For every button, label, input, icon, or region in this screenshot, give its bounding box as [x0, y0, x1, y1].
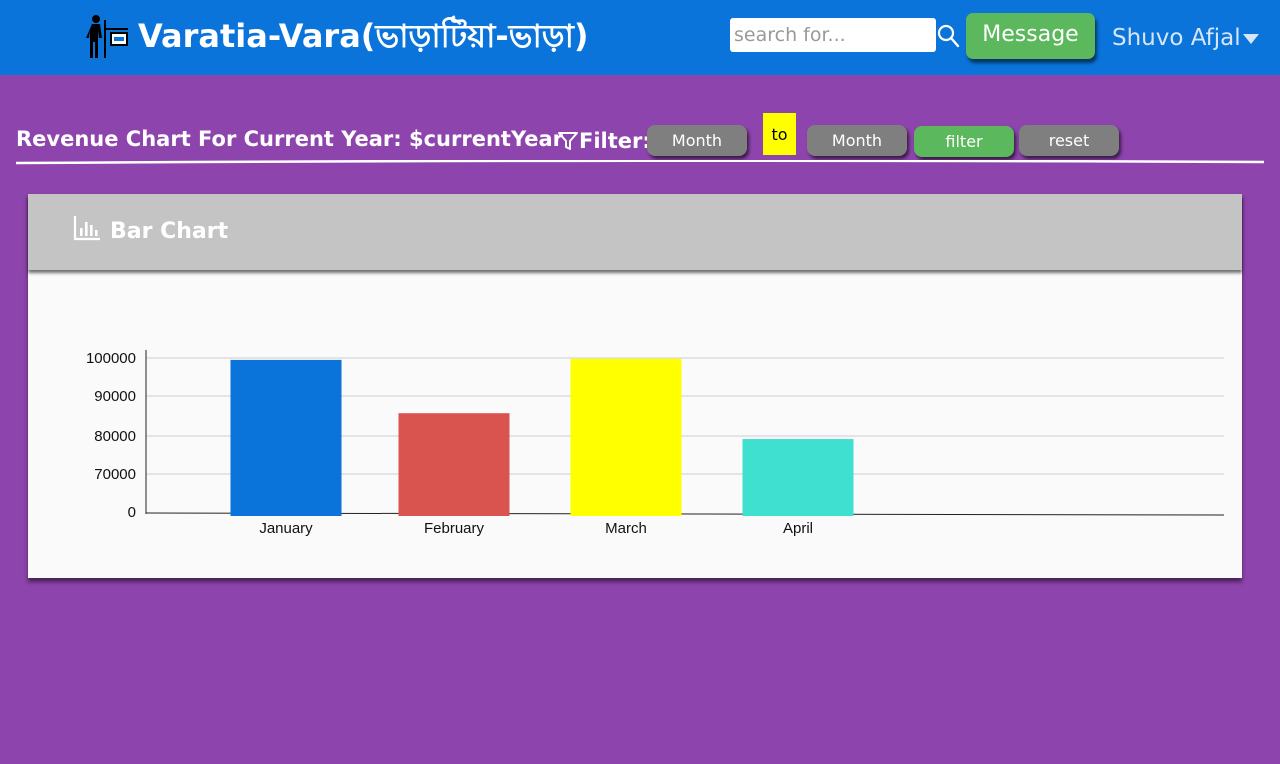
x-category-label: February [424, 520, 485, 537]
brand-title[interactable]: Varatia-Vara(ভাড়াটিয়া-ভাড়া) [138, 16, 589, 56]
search-input[interactable] [730, 18, 936, 52]
y-tick-label: 80000 [94, 428, 136, 445]
top-navbar: Varatia-Vara(ভাড়াটিয়া-ভাড়া) Message S… [0, 0, 1280, 75]
to-month-select[interactable]: Month [807, 125, 907, 156]
filter-button[interactable]: filter [914, 126, 1014, 157]
bar-february [398, 413, 510, 516]
card-header: Bar Chart [28, 194, 1242, 270]
bar-january [230, 359, 342, 516]
to-label: to [763, 113, 796, 155]
revenue-bar-chart: 0 70000 80000 90000 100000 January February Mar… [86, 350, 1225, 537]
chart-card: Bar Chart 0 70000 80000 90000 100000 January F… [28, 194, 1242, 578]
y-tick-label: 100000 [86, 350, 136, 367]
bar-chart-icon [73, 216, 100, 241]
title-underline [16, 160, 1264, 165]
x-category-label: March [605, 520, 647, 537]
filter-label: Filter: [579, 129, 651, 153]
y-tick-label: 70000 [94, 466, 136, 483]
caret-down-icon [1242, 33, 1259, 44]
y-tick-label: 90000 [94, 388, 136, 405]
user-name: Shuvo Afjal [1112, 25, 1241, 51]
x-category-label: January [259, 520, 313, 537]
bar-april [742, 439, 854, 516]
from-month-select[interactable]: Month [647, 125, 747, 156]
funnel-icon [558, 132, 578, 150]
card-title: Bar Chart [110, 219, 229, 244]
page-title: Revenue Chart For Current Year: $current… [16, 127, 564, 151]
user-menu[interactable]: Shuvo Afjal [1112, 24, 1259, 52]
bar-march [570, 358, 682, 516]
landlord-rent-sign-icon[interactable] [86, 14, 132, 60]
search-icon[interactable] [936, 22, 960, 48]
message-button[interactable]: Message [966, 13, 1095, 59]
filter-toolbar: Revenue Chart For Current Year: $current… [16, 113, 1264, 165]
reset-button[interactable]: reset [1019, 125, 1119, 156]
y-tick-label: 0 [128, 504, 136, 521]
x-category-label: April [783, 520, 813, 537]
